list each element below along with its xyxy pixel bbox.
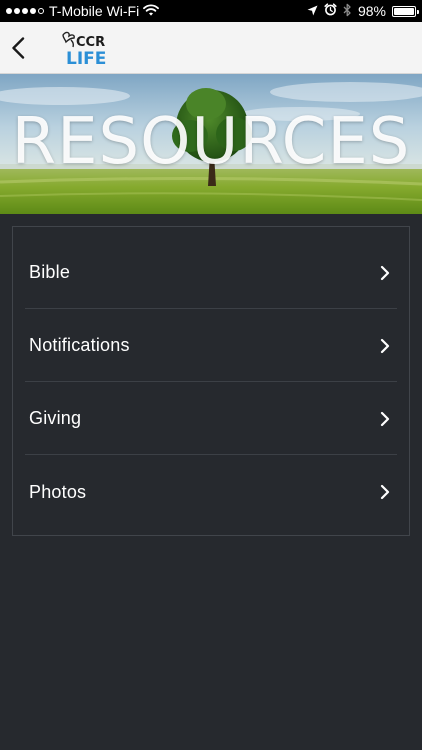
menu-item-label: Bible <box>29 262 71 282</box>
chevron-right-icon <box>380 484 390 500</box>
status-bar: T-Mobile Wi-Fi 98% <box>0 0 422 22</box>
menu-item-giving[interactable]: Giving <box>25 383 397 455</box>
menu-item-label: Photos <box>29 481 87 502</box>
menu-item-label: Notifications <box>29 335 130 355</box>
hero-banner: RESOURCES <box>0 74 422 214</box>
menu-item-bible[interactable]: Bible <box>25 237 397 309</box>
svg-text:CCR: CCR <box>76 35 105 50</box>
navigation-bar: CCR LIFE <box>0 22 422 74</box>
signal-strength-icon <box>6 8 44 14</box>
ccr-life-logo: CCR LIFE <box>60 29 112 69</box>
back-button[interactable] <box>6 33 30 63</box>
chevron-right-icon <box>380 338 390 353</box>
menu-item-notifications[interactable]: Notifications <box>25 310 397 382</box>
page-title: RESOURCES <box>11 105 411 179</box>
menu-item-label: Giving <box>29 408 82 428</box>
battery-percentage: 98% <box>357 3 386 19</box>
location-arrow-icon <box>307 3 318 19</box>
chevron-right-icon <box>380 265 390 280</box>
bluetooth-icon <box>343 3 352 20</box>
wifi-icon <box>143 3 160 19</box>
svg-text:LIFE: LIFE <box>66 49 106 69</box>
chevron-right-icon <box>380 411 390 426</box>
battery-icon <box>392 5 419 17</box>
chevron-left-icon <box>12 37 25 59</box>
carrier-name: T-Mobile Wi-Fi <box>49 3 140 19</box>
alarm-clock-icon <box>324 3 337 19</box>
resources-menu: Bible Notifications Giving Photos <box>12 226 410 536</box>
menu-item-photos[interactable]: Photos <box>25 456 397 528</box>
